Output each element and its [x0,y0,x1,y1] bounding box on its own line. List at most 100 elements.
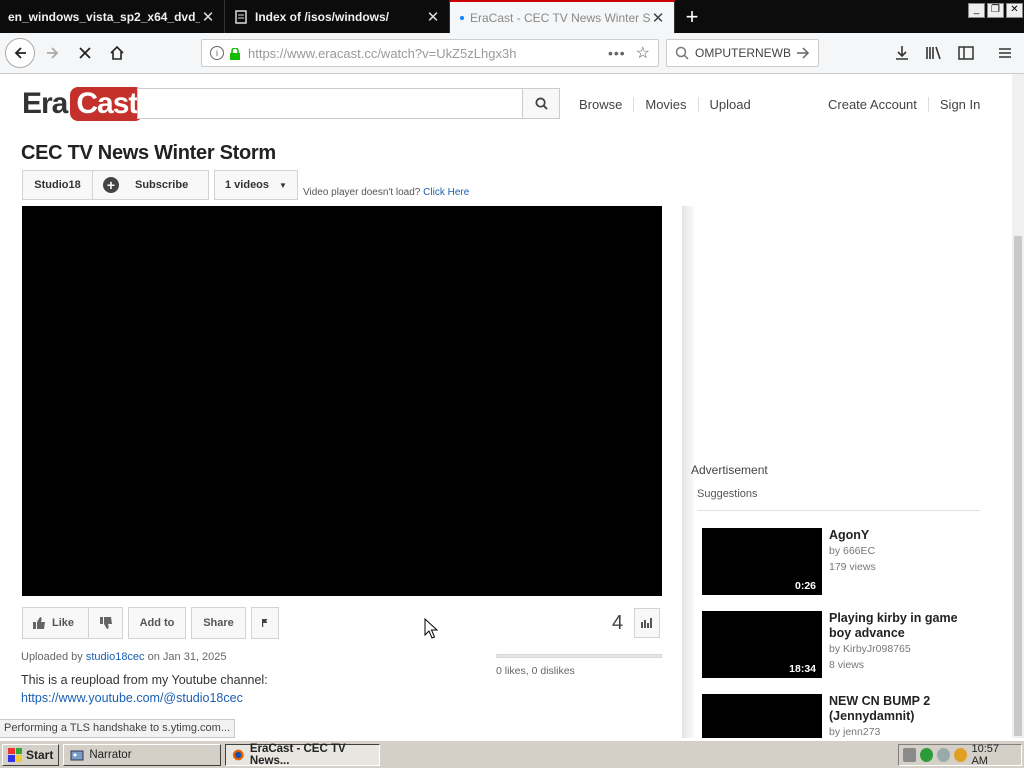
youtube-channel-link[interactable]: https://www.youtube.com/@studio18cec [21,691,243,705]
bookmark-star-icon[interactable]: ☆ [636,43,650,63]
sidebar-icon[interactable] [954,41,978,65]
channel-button[interactable]: Studio18 [22,170,92,200]
view-count: 4 [612,612,624,634]
start-label: Start [26,747,54,762]
arrow-right-icon [797,47,810,59]
menu-icon[interactable] [993,41,1017,65]
arrow-right-icon [47,47,59,59]
keyboard-icon[interactable] [903,748,917,762]
desc-text: This is a reupload from my Youtube chann… [21,673,268,687]
tab-eracast[interactable]: EraCast - CEC TV News Winter Sto... ✕ [450,0,675,33]
site-search-button[interactable] [523,88,560,119]
flag-icon [262,619,268,627]
suggestion-title[interactable]: AgonY [829,528,979,543]
logo-cast: Cast [70,87,144,121]
click-here-link[interactable]: Click Here [423,187,469,198]
nav-upload[interactable]: Upload [697,97,762,112]
network-icon[interactable] [920,748,934,762]
search-icon [675,46,689,60]
site-search-input[interactable] [137,88,523,119]
advertisement-label: Advertisement [691,463,768,477]
suggestion-views: 8 views [829,659,865,671]
add-to-button[interactable]: Add to [128,607,186,639]
browser-search-bar[interactable]: OMPUTERNEWB [666,39,819,67]
back-button[interactable] [5,38,35,68]
stats-button[interactable] [634,608,660,638]
stop-icon [79,47,91,59]
mouse-cursor-icon [424,618,438,639]
nav-movies[interactable]: Movies [633,97,697,112]
rating-text: 0 likes, 0 dislikes [496,665,575,677]
info-icon[interactable]: i [210,46,224,60]
status-bar: Performing a TLS handshake to s.ytimg.co… [0,719,236,738]
page-scrollbar[interactable] [1012,74,1024,738]
suggestion-views: 179 views [829,561,876,573]
suggestion-title[interactable]: NEW CN BUMP 2 (Jennydamnit) [829,694,979,724]
sign-in-link[interactable]: Sign In [927,97,991,112]
video-thumbnail[interactable]: 18:34 [702,611,822,678]
duration: 0:26 [794,580,816,592]
close-icon[interactable]: ✕ [200,8,216,26]
restore-icon[interactable]: ❐ [987,3,1004,18]
browser-tab-bar: en_windows_vista_sp2_x64_dvd_342... ✕ In… [0,0,1024,33]
library-icon[interactable] [922,41,946,65]
taskbar-item-narrator[interactable]: Narrator [63,743,222,766]
suggestion-item[interactable]: NEW CN BUMP 2 (Jennydamnit) by jenn273 [702,694,992,738]
search-query[interactable]: OMPUTERNEWB [695,46,796,60]
close-icon[interactable]: ✕ [425,8,441,26]
arrow-left-icon [14,47,26,59]
address-bar[interactable]: i https://www.eracast.cc/watch?v=UkZ5zLh… [201,39,659,67]
like-button[interactable]: Like [22,607,88,639]
share-button[interactable]: Share [191,607,246,639]
suggestion-item[interactable]: 0:26 AgonY by 666EC 179 views [702,528,992,595]
create-account-link[interactable]: Create Account [828,97,928,112]
home-button[interactable] [102,38,132,68]
dislike-button[interactable] [88,607,123,639]
tab-vista-iso[interactable]: en_windows_vista_sp2_x64_dvd_342... ✕ [0,0,225,33]
navigation-toolbar: i https://www.eracast.cc/watch?v=UkZ5zLh… [0,33,1024,74]
lock-icon[interactable] [230,46,240,60]
taskbar-item-eracast[interactable]: EraCast - CEC TV News... [225,742,381,767]
videos-dropdown[interactable]: 1 videos ▼ [214,170,298,200]
close-window-icon[interactable]: ✕ [1006,3,1023,18]
suggestion-item[interactable]: 18:34 Playing kirby in game boy advance … [702,611,992,678]
page-actions-icon[interactable]: ••• [608,45,626,61]
tab-index-isos[interactable]: Index of /isos/windows/ ✕ [225,0,450,33]
plus-icon: + [103,177,119,193]
globe-icon[interactable] [937,748,951,762]
download-icon[interactable] [890,41,914,65]
thumbs-up-icon [33,617,45,629]
suggestion-author: by KirbyJr098765 [829,643,911,655]
close-icon[interactable]: ✕ [650,9,666,27]
loading-dot-icon [460,15,464,20]
video-player[interactable] [22,206,662,596]
channel-bar: Studio18 + Subscribe 1 videos ▼ Video pl… [22,170,469,200]
uploader-link[interactable]: studio18cec [86,651,145,663]
uploaded-prefix: Uploaded by [21,651,83,663]
start-button[interactable]: Start [2,743,60,766]
share-label: Share [203,617,234,629]
video-thumbnail[interactable]: 0:26 [702,528,822,595]
subscribe-label: Subscribe [135,179,189,191]
url-text[interactable]: https://www.eracast.cc/watch?v=UkZ5zLhgx… [248,46,608,61]
new-tab-button[interactable]: + [675,0,709,33]
uploaded-date: on Jan 31, 2025 [147,651,227,663]
nav-browse[interactable]: Browse [579,97,633,112]
flag-button[interactable] [251,607,279,639]
taskbar-label: EraCast - CEC TV News... [249,742,346,767]
divider [697,510,980,511]
tab-title: EraCast - CEC TV News Winter Sto... [470,10,650,25]
subscribe-button[interactable]: + Subscribe [92,170,209,200]
scrollbar-thumb[interactable] [1014,236,1022,736]
video-thumbnail[interactable] [702,694,822,738]
like-label: Like [52,617,75,629]
video-description: This is a reupload from my Youtube chann… [21,671,461,707]
stop-button[interactable] [70,38,100,68]
eracast-logo[interactable]: Era Cast [22,83,144,125]
forward-button[interactable] [38,38,68,68]
caret-down-icon: ▼ [279,180,287,190]
suggestion-meta: NEW CN BUMP 2 (Jennydamnit) by jenn273 [829,694,979,738]
minimize-icon[interactable]: _ [968,3,985,18]
suggestion-title[interactable]: Playing kirby in game boy advance [829,611,979,641]
search-tray-icon[interactable] [954,748,968,762]
